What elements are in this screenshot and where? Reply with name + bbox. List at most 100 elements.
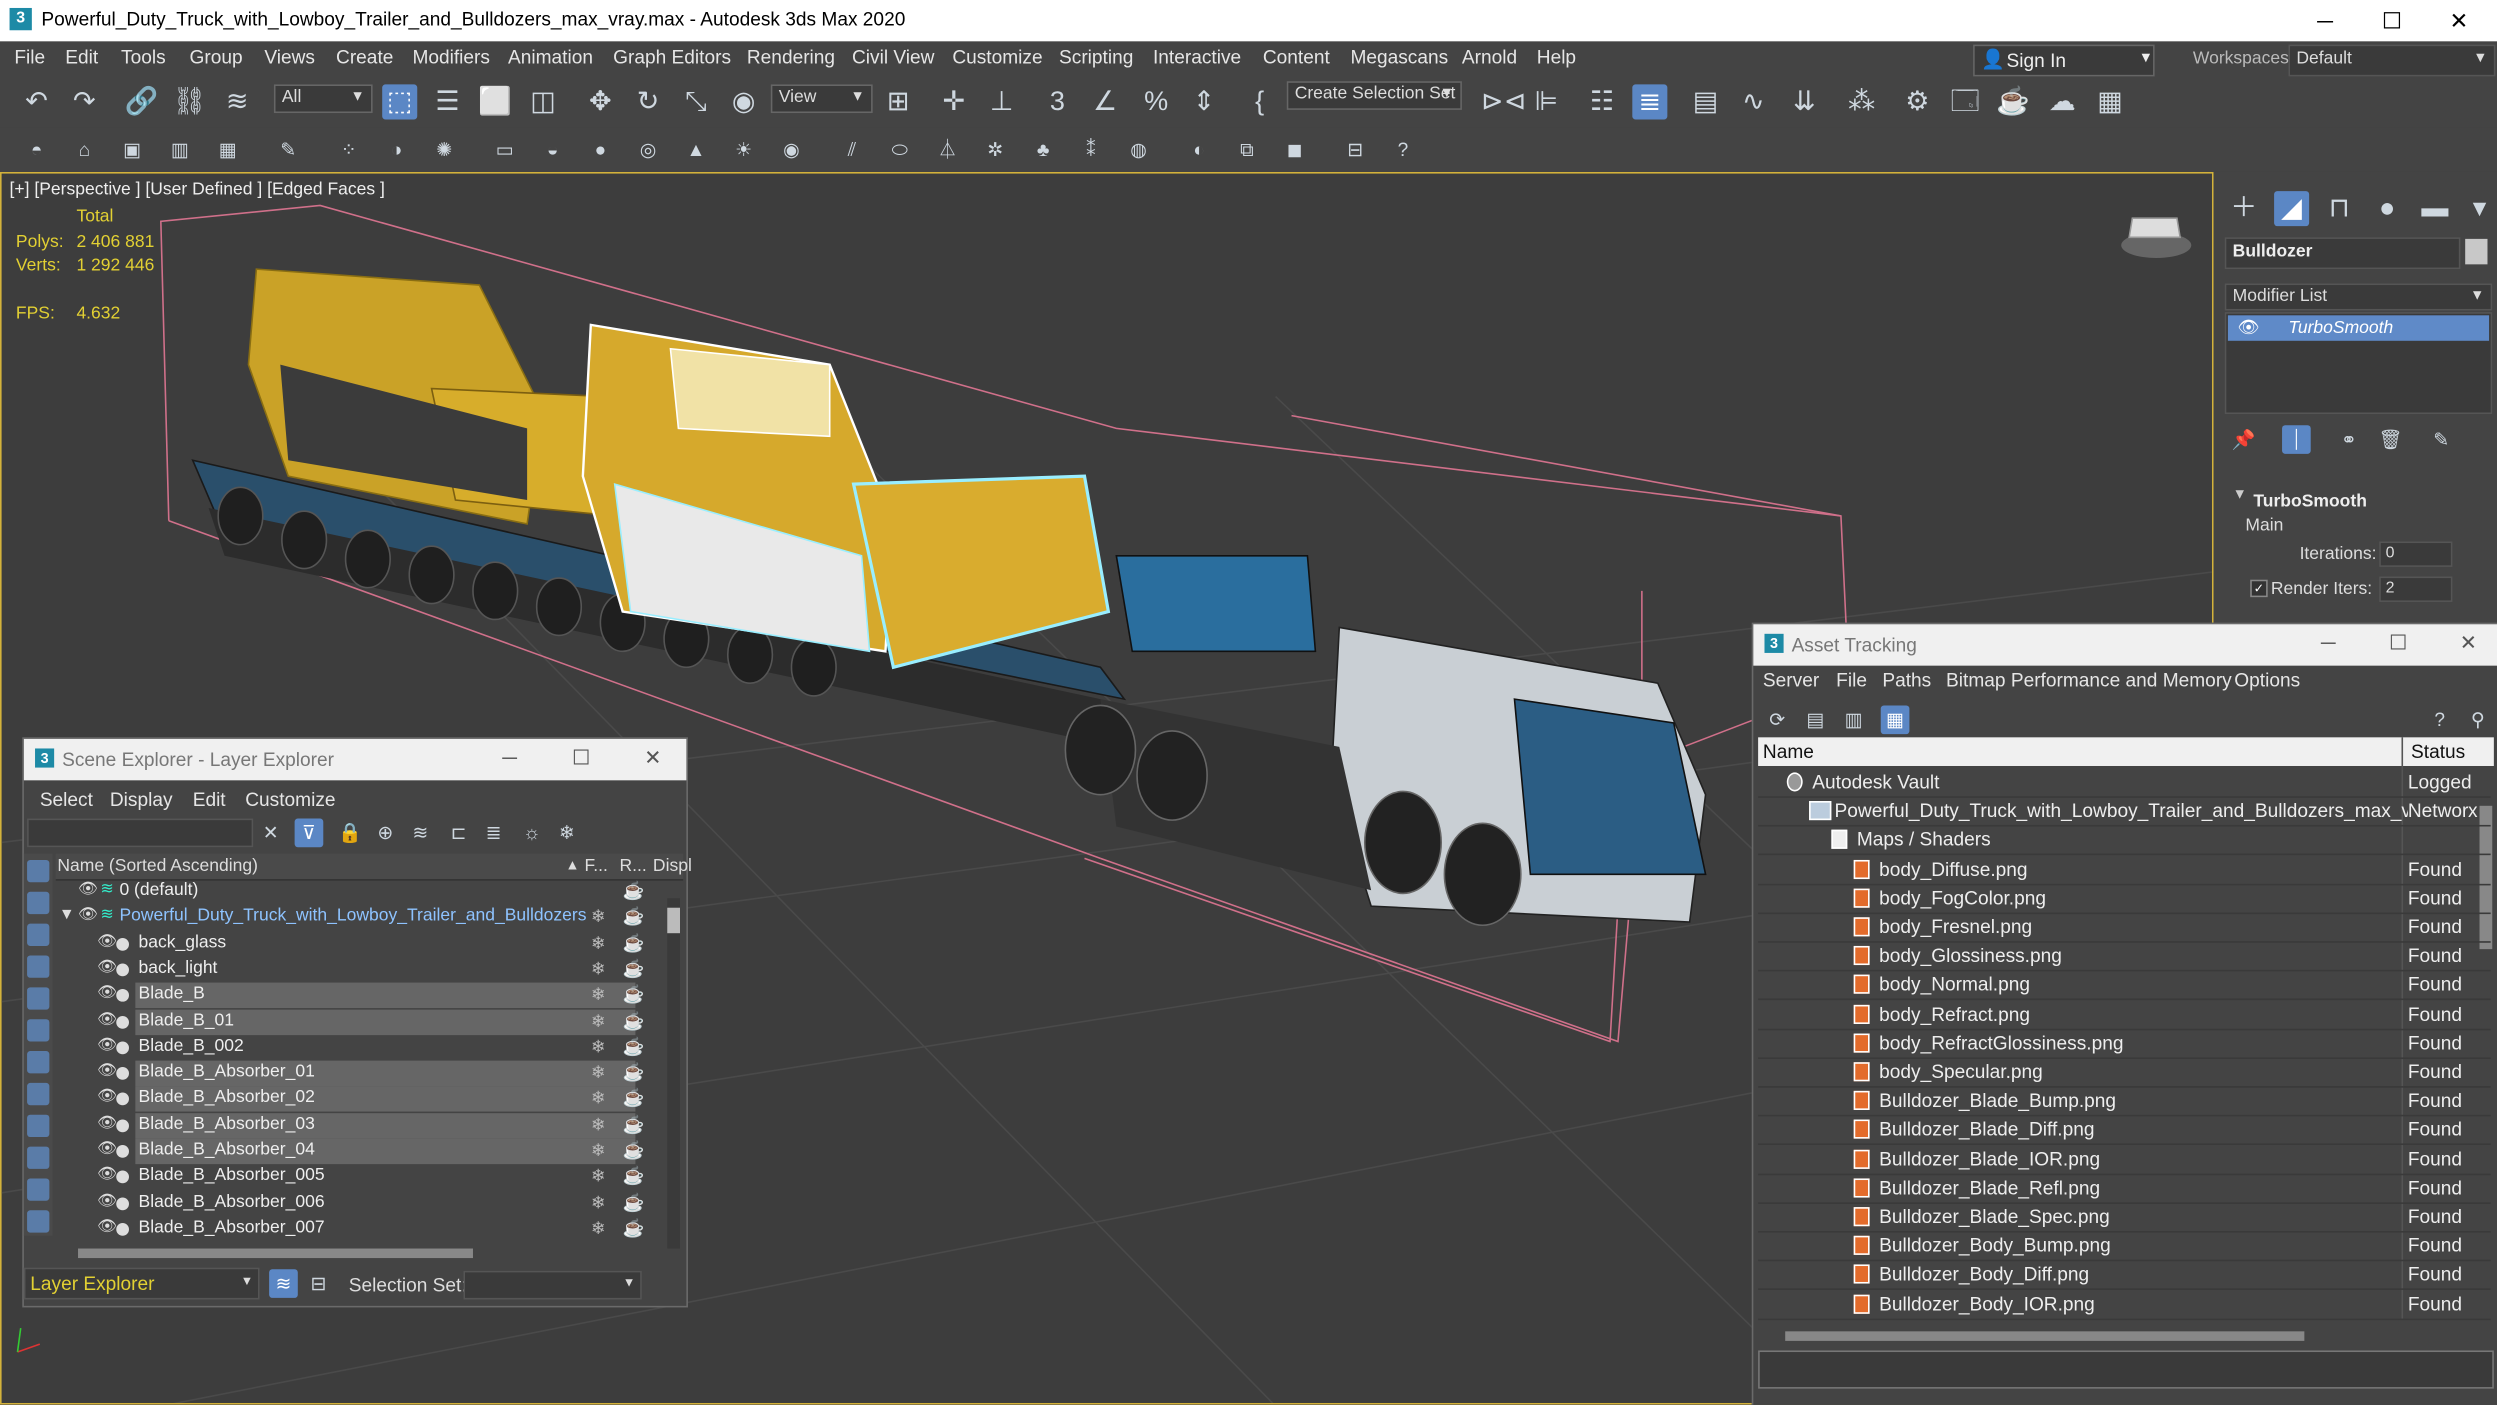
remove-modifier-icon[interactable]: 🗑 (2376, 425, 2405, 454)
visibility-eye-icon[interactable]: 👁 (78, 907, 98, 925)
freeze-icon[interactable]: ❄ (591, 1218, 606, 1239)
object-name-field[interactable]: Bulldozer (2224, 237, 2461, 270)
configure-sets-icon[interactable]: ✎ (2427, 425, 2456, 454)
visibility-eye-icon[interactable]: 👁 (97, 959, 117, 977)
at-menu-options[interactable]: Options (2234, 669, 2300, 691)
freeze-icon[interactable]: ❄ (591, 1010, 606, 1031)
asset-col-name[interactable]: Name (1763, 741, 1814, 763)
explorer-mode-dropdown[interactable]: Layer Explorer ▼ (23, 1267, 260, 1300)
ball-icon[interactable]: ● (586, 135, 615, 164)
visibility-eye-icon[interactable]: 👁 (97, 1036, 117, 1054)
table-row[interactable]: Bulldozer_Blade_Refl.png Found (1758, 1173, 2491, 1204)
pivot-center-icon[interactable]: ⊞ (881, 84, 916, 119)
mesh-icon[interactable]: ⬭ (885, 135, 914, 164)
layers-toggle-icon[interactable]: ≋ (269, 1269, 298, 1298)
menu-content[interactable]: Content (1263, 46, 1330, 68)
rotate-icon[interactable]: ↻ (631, 84, 666, 119)
hierarchy-icon[interactable]: ⊏ (444, 819, 473, 848)
renderable-icon[interactable]: ☕ (623, 907, 645, 927)
scale-icon[interactable]: ⤡ (678, 84, 713, 119)
minimize-button[interactable]: ─ (486, 745, 534, 769)
toggle-scene-explorer-icon[interactable]: ☷ (1585, 84, 1620, 119)
modifier-stack-item[interactable]: 👁 TurboSmooth (2227, 315, 2490, 341)
render-iters-spinner[interactable]: 2 (2379, 576, 2453, 602)
reference-coordinate-dropdown[interactable]: View ▼ (770, 84, 873, 114)
display-none-icon[interactable] (27, 859, 50, 883)
minimize-button[interactable]: ─ (2304, 631, 2352, 655)
add-layer-icon[interactable]: ⊕ (371, 819, 400, 848)
toggle-layer-explorer-icon[interactable]: ≣ (1632, 84, 1668, 120)
layers-icon[interactable]: ≋ (406, 819, 435, 848)
box-icon[interactable]: ▣ (118, 135, 147, 164)
disc-icon[interactable]: ◉ (777, 135, 806, 164)
visibility-eye-icon[interactable]: 👁 (97, 1010, 117, 1028)
renderable-icon[interactable]: ☕ (623, 933, 645, 953)
light-icon[interactable]: ✺ (430, 135, 459, 164)
globe-icon[interactable]: ◐ (1185, 135, 1214, 164)
render-shortcuts-icon[interactable]: ▦ (2093, 84, 2128, 119)
menu-interactive[interactable]: Interactive (1153, 46, 1241, 68)
list-item[interactable]: 👁 Blade_B_Absorber_007 ❄ ☕ (59, 1216, 655, 1241)
spinner-snap-icon[interactable]: ⇕ (1186, 84, 1221, 119)
renderable-icon[interactable]: ☕ (623, 959, 645, 979)
help-icon[interactable]: ? (1389, 135, 1418, 164)
list-item[interactable]: 👁 Blade_B_Absorber_01 ❄ ☕ (59, 1060, 655, 1087)
edit-named-selection-icon[interactable]: { (1242, 84, 1277, 119)
render-production-icon[interactable]: ☕ (1995, 84, 2030, 119)
list-item[interactable]: ▼ 👁 ≋ Powerful_Duty_Truck_with_Lowboy_Trail… (59, 905, 655, 930)
particles-icon[interactable]: ⁘ (334, 135, 363, 164)
maximize-button[interactable]: ☐ (2374, 631, 2422, 656)
rollout-title[interactable]: TurboSmooth (2253, 492, 2367, 511)
renderable-icon[interactable]: ☕ (623, 1114, 645, 1135)
stack-icon[interactable]: ≣ (479, 819, 508, 848)
scatter-icon[interactable]: ⁑ (1077, 135, 1106, 164)
display-containers-icon[interactable] (27, 1178, 50, 1201)
list-item[interactable]: 👁 Blade_B ❄ ☕ (59, 982, 655, 1009)
modify-tab-icon[interactable]: ◢ (2274, 191, 2310, 227)
visibility-eye-icon[interactable]: 👁 (97, 1062, 117, 1080)
rectangular-selection-icon[interactable]: ⬜ (478, 84, 513, 119)
panel-icon[interactable]: ▥ (166, 135, 195, 164)
modifier-list-dropdown[interactable]: Modifier List ▼ (2224, 283, 2493, 311)
freeze-icon[interactable]: ❄ (591, 1062, 606, 1083)
menu-animation[interactable]: Animation (508, 46, 593, 68)
create-tab-icon[interactable]: ＋ (2226, 191, 2261, 226)
undo-icon[interactable]: ↶ (19, 84, 54, 119)
renderable-icon[interactable]: ☕ (623, 1192, 645, 1213)
at-menu-bitmap-performance[interactable]: Bitmap Performance and Memory (1946, 669, 2232, 691)
visibility-eye-icon[interactable]: 👁 (97, 1088, 117, 1106)
selection-set-icon[interactable]: ⊟ (304, 1269, 333, 1298)
table-row[interactable]: Bulldozer_Body_Bump.png Found (1758, 1231, 2491, 1262)
make-unique-icon[interactable]: ⚭ (2335, 425, 2364, 454)
sun-icon[interactable]: ☀ (729, 135, 758, 164)
display-shapes-icon[interactable] (27, 923, 50, 946)
close-button[interactable]: ✕ (2444, 631, 2492, 656)
list-item[interactable]: 👁 Blade_B_Absorber_02 ❄ ☕ (59, 1086, 655, 1113)
maximize-button[interactable]: ☐ (2360, 5, 2424, 37)
menu-rendering[interactable]: Rendering (747, 46, 835, 68)
list-item[interactable]: 👁 Blade_B_Absorber_04 ❄ ☕ (59, 1138, 655, 1165)
menu-megascans[interactable]: Megascans (1350, 46, 1448, 68)
redo-icon[interactable]: ↷ (67, 84, 102, 119)
menu-create[interactable]: Create (336, 46, 393, 68)
selection-set-dropdown[interactable]: ▼ (463, 1270, 642, 1300)
table-row[interactable]: Bulldozer_Blade_Bump.png Found (1758, 1086, 2491, 1117)
keyboard-shortcut-icon[interactable]: ⊥ (984, 84, 1019, 119)
place-icon[interactable]: ◉ (726, 84, 761, 119)
menu-modifiers[interactable]: Modifiers (412, 46, 490, 68)
help-icon[interactable]: ? (2425, 705, 2454, 734)
lock-icon[interactable]: 🔒 (336, 819, 365, 848)
col-display-header[interactable]: Displ (653, 857, 692, 876)
list-item[interactable]: 👁 back_glass ❄ ☕ (59, 931, 655, 956)
display-tab-icon[interactable]: ▬ (2417, 191, 2452, 226)
fur-icon[interactable]: ✲ (981, 135, 1010, 164)
rendered-frame-window-icon[interactable]: 🗔 (1948, 84, 1983, 119)
display-cameras-icon[interactable] (27, 987, 50, 1010)
show-end-result-icon[interactable]: ⏐ (2282, 425, 2311, 454)
visibility-eye-icon[interactable]: 👁 (97, 933, 117, 951)
menu-views[interactable]: Views (264, 46, 315, 68)
align-icon[interactable]: ⊫ (1529, 84, 1564, 119)
visibility-eye-icon[interactable]: 👁 (97, 1192, 117, 1210)
col-render-header[interactable]: R... (619, 857, 646, 876)
schematic-view-icon[interactable]: ⇊ (1787, 84, 1822, 119)
